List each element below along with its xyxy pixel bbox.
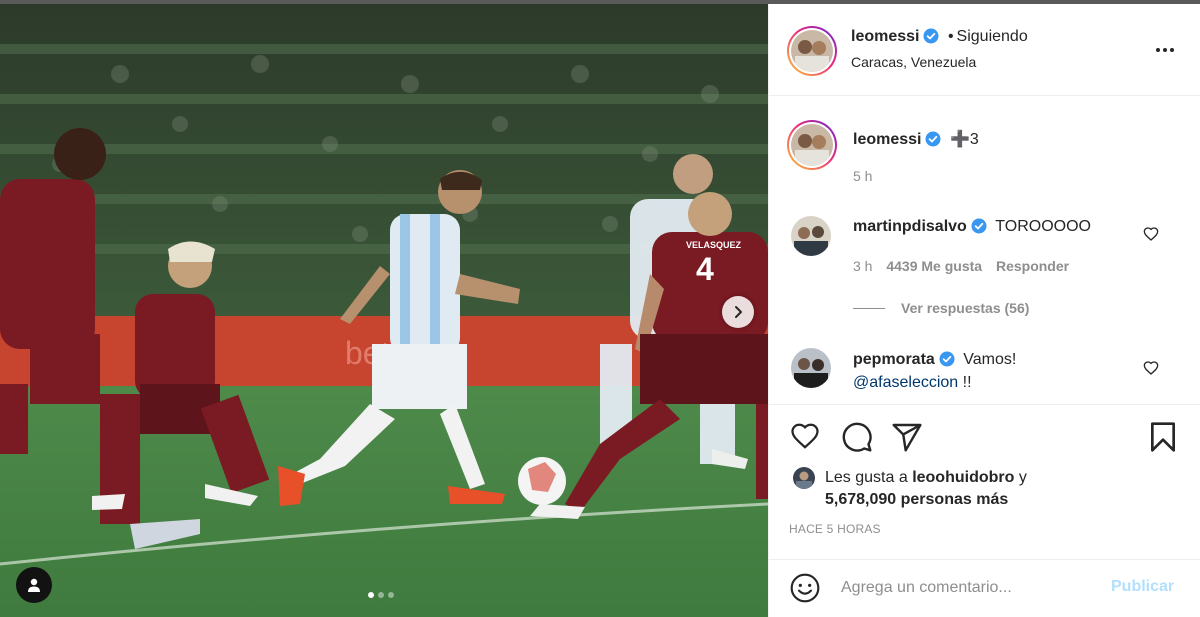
reply-button[interactable]: Responder	[996, 258, 1069, 274]
avatar-photo	[791, 216, 831, 256]
comment-text-continued: !!	[958, 374, 972, 391]
comment-input[interactable]	[841, 574, 1091, 602]
post-actions: Les gusta a leoohuidobro y 5,678,090 per…	[769, 404, 1200, 567]
avatar-photo	[791, 30, 833, 72]
verified-badge-icon	[939, 351, 955, 372]
carousel-next-button[interactable]	[722, 296, 754, 328]
avatar-photo	[791, 348, 831, 388]
emoji-icon	[790, 573, 820, 603]
comment-time[interactable]: 3 h	[853, 258, 872, 274]
publish-button[interactable]: Publicar	[1111, 578, 1174, 596]
carousel-indicator	[368, 592, 394, 598]
view-replies-label: Ver respuestas (56)	[901, 300, 1030, 316]
verified-badge-icon	[971, 218, 987, 239]
author-avatar[interactable]	[787, 26, 837, 76]
comment-avatar[interactable]	[791, 216, 831, 256]
comment-button[interactable]	[841, 421, 873, 458]
add-comment-bar: Publicar	[769, 559, 1200, 617]
separator-dot: •	[947, 28, 954, 45]
tagged-users-button[interactable]	[16, 567, 52, 603]
more-options-button[interactable]	[1153, 38, 1177, 62]
avatar-photo	[793, 467, 815, 489]
emoji-button[interactable]	[789, 572, 821, 609]
verified-badge-icon	[923, 28, 939, 49]
carousel-dot-2	[378, 592, 384, 598]
comment-like-button[interactable]	[1143, 360, 1159, 381]
post-photo: betsson	[0, 4, 768, 617]
comments-section: leomessi ➕3 5 h martinpdisalvo TOROOOOO …	[769, 96, 1200, 404]
caption-avatar[interactable]	[787, 120, 837, 170]
heart-icon	[1143, 227, 1159, 241]
comment-likes[interactable]: 4439 Me gusta	[886, 258, 982, 274]
post-timestamp[interactable]: HACE 5 HORAS	[789, 522, 881, 536]
author-username[interactable]: leomessi	[851, 28, 919, 45]
caption-time[interactable]: 5 h	[853, 168, 872, 184]
bookmark-icon	[1151, 422, 1175, 452]
heart-icon	[791, 423, 819, 449]
verified-badge-icon	[925, 131, 941, 152]
likes-prefix: Les gusta a	[825, 469, 908, 486]
share-button[interactable]	[891, 421, 923, 458]
speech-bubble-icon	[842, 422, 872, 452]
carousel-dot-3	[388, 592, 394, 598]
post-details-panel: leomessi •Siguiendo Caracas, Venezuela	[768, 4, 1200, 617]
comment-text: Vamos!	[963, 351, 1017, 368]
comment-avatar[interactable]	[791, 348, 831, 388]
view-replies-button[interactable]: Ver respuestas (56)	[853, 300, 1029, 316]
post-header: leomessi • Siguiendo Caracas, Venezuela	[769, 4, 1200, 96]
paper-plane-icon	[892, 423, 922, 452]
chevron-right-icon	[735, 306, 742, 318]
caption-text: ➕3	[949, 131, 979, 148]
more-options-icon	[1156, 48, 1174, 52]
carousel-dot-1	[368, 592, 374, 598]
heart-icon	[1143, 361, 1159, 375]
liker-avatar[interactable]	[793, 467, 815, 489]
comment-text: TOROOOOO	[995, 218, 1091, 235]
post-media[interactable]: betsson	[0, 4, 768, 617]
like-button[interactable]	[789, 421, 821, 456]
replies-divider	[853, 308, 885, 309]
liker-username[interactable]: leoohuidobro	[912, 469, 1014, 486]
likes-count[interactable]: 5,678,090 personas más	[825, 489, 1008, 511]
following-button[interactable]: Siguiendo	[957, 28, 1028, 45]
comment-username[interactable]: martinpdisalvo	[853, 218, 967, 235]
caption-username[interactable]: leomessi	[853, 131, 921, 148]
save-button[interactable]	[1149, 421, 1177, 458]
comment-like-button[interactable]	[1143, 226, 1159, 247]
comment-username[interactable]: pepmorata	[853, 351, 935, 368]
likes-joiner: y	[1018, 469, 1027, 486]
avatar-photo	[791, 124, 833, 166]
person-icon	[28, 578, 40, 592]
jersey-number: 4	[696, 251, 714, 287]
jersey-name: VELASQUEZ	[686, 240, 742, 250]
post-location[interactable]: Caracas, Venezuela	[851, 54, 976, 70]
mention-link[interactable]: @afaseleccion	[853, 374, 958, 391]
